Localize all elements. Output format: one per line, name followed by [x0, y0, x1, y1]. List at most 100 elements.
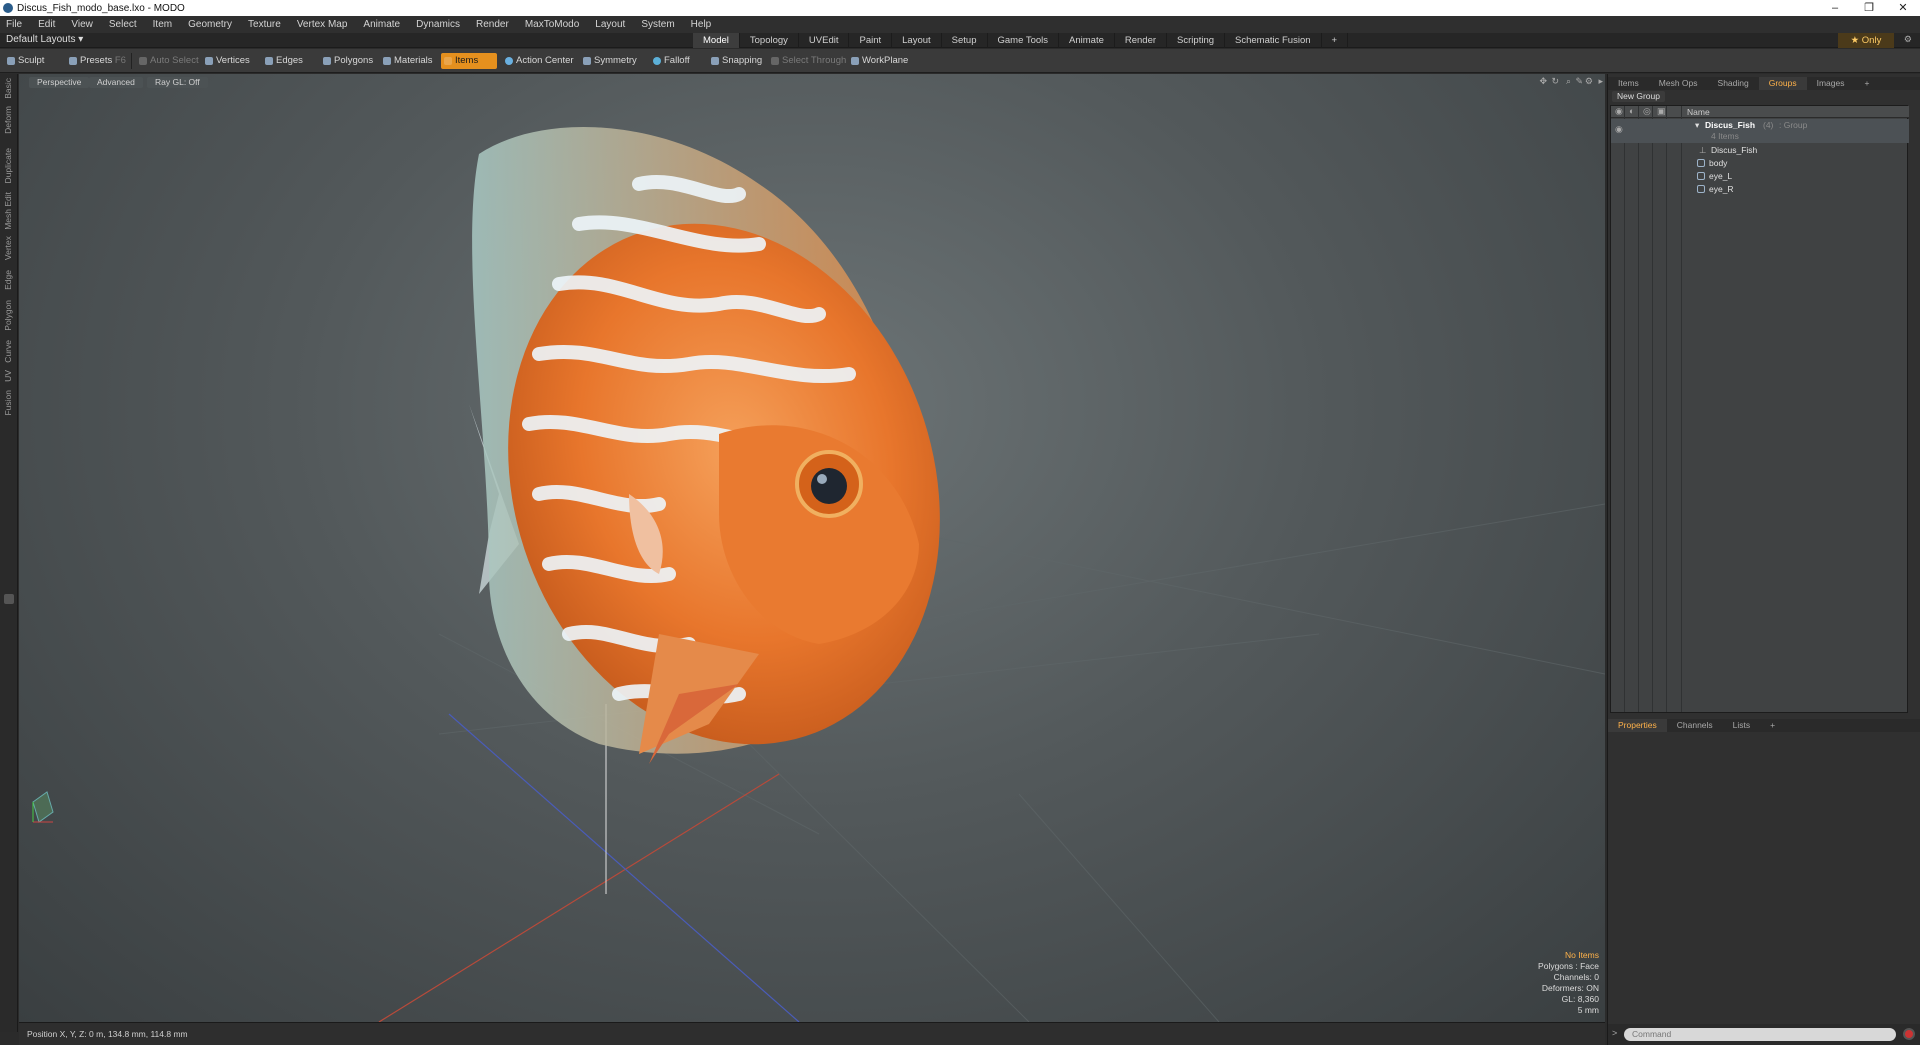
panel-toggle-icon[interactable] — [4, 594, 14, 604]
tab-uvedit[interactable]: UVEdit — [799, 33, 850, 48]
raygl-toggle[interactable]: Ray GL: Off — [147, 77, 208, 88]
viewport-menu-icon[interactable]: ▸ — [1598, 76, 1603, 87]
orientation-gizmo — [32, 791, 54, 823]
tab-render[interactable]: Render — [1115, 33, 1168, 48]
vtab-uv[interactable]: UV — [3, 370, 13, 382]
falloff-button[interactable]: Falloff — [650, 53, 694, 69]
vtab-deform[interactable]: Deform — [3, 106, 13, 134]
minimize-button[interactable]: – — [1818, 0, 1852, 16]
menu-item[interactable]: Item — [153, 19, 172, 30]
menu-geometry[interactable]: Geometry — [188, 19, 232, 30]
menu-vertex-map[interactable]: Vertex Map — [297, 19, 348, 30]
vtab-polygon[interactable]: Polygon — [3, 300, 13, 331]
edges-button[interactable]: Edges — [262, 53, 307, 69]
menu-edit[interactable]: Edit — [38, 19, 55, 30]
auto-select-button[interactable]: Auto Select — [136, 53, 203, 69]
select-through-button[interactable]: Select Through — [768, 53, 850, 69]
mesh-icon — [1697, 159, 1705, 167]
new-group-button[interactable]: New Group — [1612, 91, 1665, 102]
menu-animate[interactable]: Animate — [363, 19, 400, 30]
edges-icon — [265, 57, 273, 65]
items-button[interactable]: Items — [441, 53, 497, 69]
menu-select[interactable]: Select — [109, 19, 137, 30]
group-row-discus-fish[interactable]: ◉ ▾ Discus_Fish (4) : Group 4 Items — [1611, 119, 1909, 143]
polygons-button[interactable]: Polygons — [320, 53, 377, 69]
menu-texture[interactable]: Texture — [248, 19, 281, 30]
vertices-button[interactable]: Vertices — [202, 53, 254, 69]
view-perspective-button[interactable]: Perspective — [29, 77, 90, 88]
record-macro-icon[interactable] — [1903, 1028, 1915, 1040]
vtab-basic[interactable]: Basic — [3, 78, 13, 99]
close-button[interactable]: ✕ — [1886, 0, 1920, 16]
workplane-button[interactable]: WorkPlane — [848, 53, 912, 69]
list-item[interactable]: body — [1611, 157, 1909, 170]
tab-shading[interactable]: Shading — [1708, 77, 1759, 90]
tab-images[interactable]: Images — [1807, 77, 1855, 90]
vertices-icon — [205, 57, 213, 65]
menu-maxtomodo[interactable]: MaxToModo — [525, 19, 579, 30]
window-controls: – ❐ ✕ — [1818, 0, 1920, 16]
eye-icon[interactable]: ◉ — [1615, 124, 1623, 135]
tab-items[interactable]: Items — [1608, 77, 1649, 90]
group-subtitle: 4 Items — [1711, 131, 1739, 141]
materials-button[interactable]: Materials — [380, 53, 437, 69]
brush-icon[interactable]: ✎ — [1575, 76, 1583, 87]
vtab-fusion[interactable]: Fusion — [3, 390, 13, 416]
left-tool-tabs: Basic Deform Duplicate Mesh Edit Vertex … — [0, 74, 18, 1032]
viewport-gear-icon[interactable]: ⚙ — [1585, 76, 1593, 87]
list-item[interactable]: ⊥ Discus_Fish — [1611, 144, 1909, 157]
group-expand-icon[interactable]: ▾ — [1695, 120, 1699, 131]
tab-topology[interactable]: Topology — [740, 33, 799, 48]
add-prop-tab-button[interactable]: + — [1760, 719, 1785, 732]
tab-groups[interactable]: Groups — [1758, 77, 1807, 90]
layouts-dropdown[interactable]: Default Layouts ▾ — [6, 34, 83, 45]
tab-lists[interactable]: Lists — [1723, 719, 1760, 732]
tab-channels[interactable]: Channels — [1667, 719, 1723, 732]
symmetry-button[interactable]: Symmetry — [580, 53, 641, 69]
tab-setup[interactable]: Setup — [942, 33, 988, 48]
tool-bar: Sculpt Presets F6 Auto Select Vertices E… — [0, 49, 1920, 73]
vtab-duplicate[interactable]: Duplicate — [3, 148, 13, 183]
tab-paint[interactable]: Paint — [849, 33, 893, 48]
tab-schematic-fusion[interactable]: Schematic Fusion — [1225, 33, 1322, 48]
tab-properties[interactable]: Properties — [1608, 719, 1667, 732]
menu-render[interactable]: Render — [476, 19, 509, 30]
command-input[interactable]: Command — [1624, 1028, 1896, 1041]
menu-layout[interactable]: Layout — [595, 19, 625, 30]
zoom-view-icon[interactable]: ⌕ — [1566, 76, 1571, 87]
list-item[interactable]: eye_R — [1611, 183, 1909, 196]
menu-help[interactable]: Help — [691, 19, 712, 30]
mesh-icon — [1697, 172, 1705, 180]
tab-scripting[interactable]: Scripting — [1167, 33, 1226, 48]
menu-file[interactable]: File — [6, 19, 22, 30]
view-advanced-button[interactable]: Advanced — [89, 77, 143, 88]
viewport-3d[interactable]: Perspective Advanced Ray GL: Off ✥ ↻ ⌕ ✎… — [19, 74, 1605, 1022]
vtab-vertex[interactable]: Vertex — [3, 236, 13, 260]
gear-icon[interactable]: ⚙ — [1904, 34, 1912, 45]
materials-icon — [383, 57, 391, 65]
tab-model[interactable]: Model — [693, 33, 740, 48]
sculpt-button[interactable]: Sculpt — [4, 53, 48, 69]
vtab-curve[interactable]: Curve — [3, 340, 13, 363]
modo-app-icon — [3, 3, 13, 13]
tab-mesh-ops[interactable]: Mesh Ops — [1649, 77, 1708, 90]
menu-view[interactable]: View — [71, 19, 93, 30]
tab-game-tools[interactable]: Game Tools — [988, 33, 1060, 48]
tab-animate[interactable]: Animate — [1059, 33, 1115, 48]
snapping-button[interactable]: Snapping — [708, 53, 766, 69]
action-center-button[interactable]: Action Center — [502, 53, 578, 69]
only-toggle[interactable]: ★ Only — [1838, 33, 1894, 48]
rotate-view-icon[interactable]: ↻ — [1551, 76, 1559, 87]
move-view-icon[interactable]: ✥ — [1539, 76, 1547, 87]
vtab-edge[interactable]: Edge — [3, 270, 13, 290]
add-panel-tab-button[interactable]: + — [1854, 77, 1879, 90]
vtab-mesh-edit[interactable]: Mesh Edit — [3, 192, 13, 230]
tab-layout[interactable]: Layout — [892, 33, 942, 48]
add-tab-button[interactable]: + — [1322, 33, 1349, 48]
menu-dynamics[interactable]: Dynamics — [416, 19, 460, 30]
presets-button[interactable]: Presets F6 — [66, 53, 130, 69]
list-item[interactable]: eye_L — [1611, 170, 1909, 183]
lock-column-icon: ◎ — [1643, 106, 1651, 116]
menu-system[interactable]: System — [641, 19, 674, 30]
restore-button[interactable]: ❐ — [1852, 0, 1886, 16]
